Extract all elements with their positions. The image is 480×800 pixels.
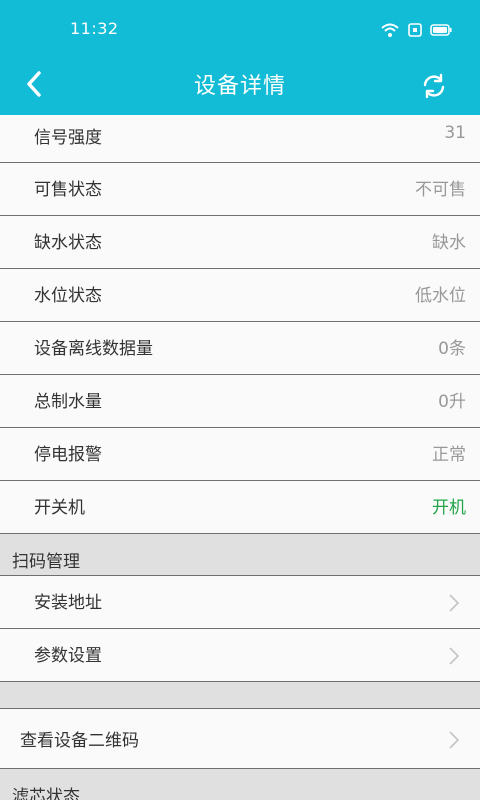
row-power-switch: 开关机 开机 [0, 481, 480, 534]
chevron-right-icon [449, 594, 460, 612]
row-water-level: 水位状态 低水位 [0, 269, 480, 322]
status-icons [380, 20, 452, 40]
row-label: 参数设置 [34, 646, 102, 666]
row-label: 设备离线数据量 [34, 339, 153, 359]
row-label: 水位状态 [34, 286, 102, 306]
row-label: 信号强度 [34, 128, 102, 148]
page-title: 设备详情 [193, 74, 286, 99]
row-parameter-settings[interactable]: 参数设置 [0, 629, 480, 682]
row-label: 缺水状态 [34, 233, 102, 253]
wifi-icon [381, 23, 399, 37]
detail-list[interactable]: 信号强度 31 可售状态 不可售 缺水状态 缺水 水位状态 低水位 设备离线数据… [0, 115, 480, 800]
refresh-button[interactable] [414, 66, 454, 106]
row-signal-strength: 信号强度 31 [0, 115, 480, 163]
row-install-address[interactable]: 安装地址 [0, 576, 480, 629]
row-total-water: 总制水量 0升 [0, 375, 480, 428]
row-label: 查看设备二维码 [20, 731, 139, 751]
section-filter-status: 滤芯状态 [0, 769, 480, 800]
power-status-value: 开机 [432, 498, 466, 518]
battery-icon [430, 24, 452, 36]
row-power-alarm: 停电报警 正常 [0, 428, 480, 481]
nav-bar: 设备详情 [0, 58, 480, 115]
section-spacer [0, 682, 480, 709]
app-header: 11:32 设备详情 [0, 0, 480, 115]
row-value: 0条 [438, 339, 466, 359]
row-sale-status: 可售状态 不可售 [0, 163, 480, 216]
row-value: 缺水 [432, 233, 466, 253]
row-value: 正常 [432, 445, 466, 465]
sim-icon [408, 23, 422, 37]
section-scan-management: 扫码管理 [0, 534, 480, 576]
row-label: 可售状态 [34, 180, 102, 200]
section-title: 扫码管理 [12, 552, 80, 572]
status-time: 11:32 [70, 19, 119, 38]
row-view-qr-code[interactable]: 查看设备二维码 [0, 709, 480, 769]
row-water-shortage: 缺水状态 缺水 [0, 216, 480, 269]
refresh-icon [423, 73, 445, 99]
row-value: 0升 [438, 392, 466, 412]
row-label: 停电报警 [34, 445, 102, 465]
chevron-right-icon [449, 647, 460, 665]
row-label: 安装地址 [34, 593, 102, 613]
row-offline-data: 设备离线数据量 0条 [0, 322, 480, 375]
chevron-right-icon [449, 731, 460, 749]
row-label: 总制水量 [34, 392, 102, 412]
status-bar: 11:32 [0, 0, 480, 58]
row-value: 低水位 [415, 286, 466, 306]
row-label: 开关机 [34, 498, 85, 518]
row-value: 31 [444, 123, 466, 143]
row-value: 不可售 [415, 180, 466, 200]
section-title: 滤芯状态 [12, 787, 80, 800]
